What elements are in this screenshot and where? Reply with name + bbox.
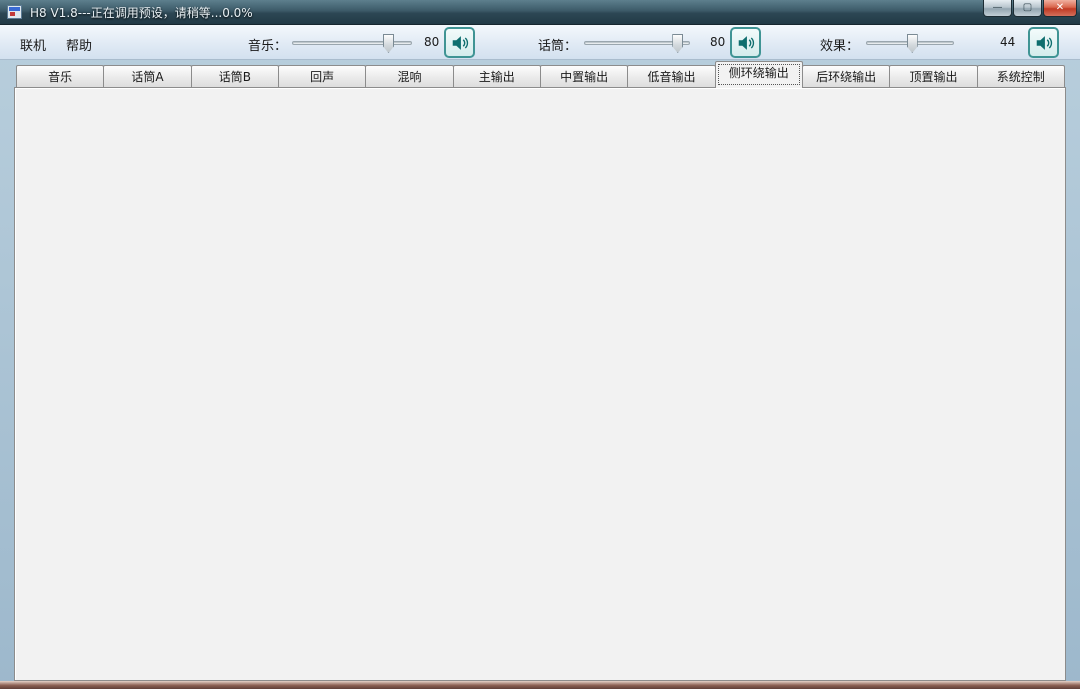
tab-混响[interactable]: 混响 <box>365 65 454 88</box>
menu-item-connect[interactable]: 联机 <box>14 33 52 56</box>
music-volume-slider[interactable] <box>292 41 412 45</box>
minimize-button[interactable]: — <box>983 0 1012 17</box>
effect-volume-slider-thumb[interactable] <box>906 34 918 53</box>
title-bar[interactable]: H8 V1.8---正在调用预设，请稍等...0.0% — ▢ ✕ <box>0 0 1080 25</box>
mic-volume-value: 80 <box>710 35 726 49</box>
maximize-icon: ▢ <box>1022 2 1033 13</box>
tab-回声[interactable]: 回声 <box>277 65 367 88</box>
tab-侧环绕输出[interactable]: 侧环绕输出 <box>714 61 803 88</box>
speaker-icon <box>1036 35 1052 50</box>
desktop-strip <box>0 681 1080 689</box>
app-icon <box>7 5 22 19</box>
close-icon: ✕ <box>1055 2 1065 13</box>
maximize-button[interactable]: ▢ <box>1013 0 1042 17</box>
effect-volume-label: 效果： <box>820 39 860 54</box>
tab-后环绕输出[interactable]: 后环绕输出 <box>801 65 891 88</box>
tab-主输出[interactable]: 主输出 <box>452 65 541 88</box>
tab-顶置输出[interactable]: 顶置输出 <box>889 65 978 88</box>
mic-volume-slider-thumb[interactable] <box>672 34 684 53</box>
minimize-icon: — <box>992 2 1003 13</box>
music-speaker-button[interactable] <box>444 27 475 58</box>
tab-低音输出[interactable]: 低音输出 <box>627 65 716 88</box>
window-title: H8 V1.8---正在调用预设，请稍等...0.0% <box>30 6 253 20</box>
tab-话筒B[interactable]: 话筒B <box>190 65 279 88</box>
mic-speaker-button[interactable] <box>730 27 761 58</box>
close-button[interactable]: ✕ <box>1043 0 1077 17</box>
mic-volume-label: 话筒： <box>538 39 578 54</box>
tab-strip: 音乐 话筒A 话筒B 回声 混响 主输出 中置输出 低音输出 侧环绕输出 后环绕输出 顶置输出 系统控… <box>16 61 1065 88</box>
tab-话筒A[interactable]: 话筒A <box>103 65 192 88</box>
main-panel <box>14 87 1066 681</box>
speaker-icon <box>452 35 468 50</box>
tab-系统控制[interactable]: 系统控制 <box>976 65 1065 88</box>
menu-item-help[interactable]: 帮助 <box>60 33 98 56</box>
tab-中置输出[interactable]: 中置输出 <box>539 65 629 88</box>
speaker-icon <box>738 35 754 50</box>
effect-speaker-button[interactable] <box>1028 27 1059 58</box>
tab-音乐[interactable]: 音乐 <box>16 65 105 88</box>
music-volume-label: 音乐： <box>248 39 288 54</box>
menu-bar: 联机 帮助 音乐： 80 话筒： 80 效果： 44 <box>0 25 1080 60</box>
effect-volume-value: 44 <box>1000 35 1016 49</box>
music-volume-value: 80 <box>424 35 440 49</box>
music-volume-slider-thumb[interactable] <box>383 34 394 53</box>
